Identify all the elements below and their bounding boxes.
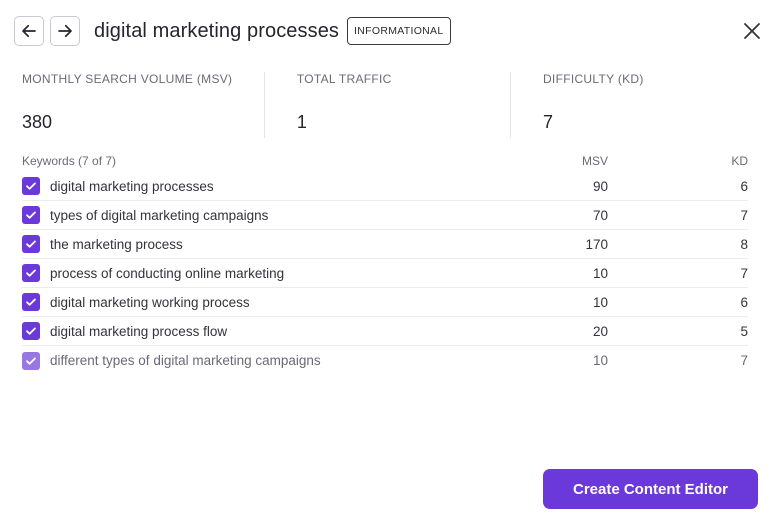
- column-header-keywords: Keywords (7 of 7): [22, 154, 117, 168]
- keyword-text: digital marketing process flow: [50, 323, 228, 339]
- create-content-editor-button[interactable]: Create Content Editor: [543, 469, 758, 509]
- keyword-msv: 10: [592, 294, 608, 310]
- forward-button[interactable]: [50, 16, 80, 46]
- keyword-msv: 90: [592, 178, 608, 194]
- table-row: types of digital marketing campaigns 70 …: [22, 201, 748, 230]
- keyword-kd: 6: [740, 178, 748, 194]
- metric-value: 7: [542, 112, 553, 132]
- back-button[interactable]: [14, 16, 44, 46]
- metric-value: 380: [22, 112, 53, 132]
- keyword-kd: 8: [740, 236, 748, 252]
- keyword-msv: 70: [592, 207, 608, 223]
- table-row: digital marketing working process 10 6: [22, 288, 748, 317]
- keyword-checkbox[interactable]: [22, 264, 40, 282]
- table-row: process of conducting online marketing 1…: [22, 259, 748, 288]
- checkmark-icon: [26, 240, 36, 248]
- metric-label: DIFFICULTY (KD): [542, 72, 644, 86]
- keyword-text: digital marketing processes: [50, 178, 214, 194]
- table-row: different types of digital marketing cam…: [22, 346, 748, 375]
- metric-msv: MONTHLY SEARCH VOLUME (MSV) 380: [22, 72, 265, 138]
- metrics-summary: MONTHLY SEARCH VOLUME (MSV) 380 TOTAL TR…: [22, 72, 757, 138]
- arrow-left-icon: [22, 24, 36, 38]
- table-row: digital marketing processes 90 6: [22, 172, 748, 201]
- arrow-right-icon: [58, 24, 72, 38]
- keyword-text: process of conducting online marketing: [50, 265, 285, 281]
- close-button[interactable]: [741, 20, 763, 42]
- table-row: the marketing process 170 8: [22, 230, 748, 259]
- keyword-checkbox[interactable]: [22, 177, 40, 195]
- close-icon: [744, 23, 760, 39]
- keyword-text: digital marketing working process: [50, 294, 250, 310]
- column-header-msv: MSV: [581, 154, 608, 168]
- column-header-kd: KD: [731, 154, 748, 168]
- checkmark-icon: [26, 269, 36, 277]
- checkmark-icon: [26, 298, 36, 306]
- metric-total-traffic: TOTAL TRAFFIC 1: [265, 72, 511, 138]
- keyword-checkbox[interactable]: [22, 235, 40, 253]
- keyword-text: the marketing process: [50, 236, 183, 252]
- metric-value: 1: [296, 112, 307, 132]
- table-row: digital marketing process flow 20 5: [22, 317, 748, 346]
- keyword-text: different types of digital marketing cam…: [50, 353, 321, 368]
- metric-label: TOTAL TRAFFIC: [296, 72, 392, 86]
- checkmark-icon: [26, 357, 36, 365]
- keyword-kd: 7: [740, 207, 748, 223]
- keyword-text: types of digital marketing campaigns: [50, 207, 269, 223]
- keyword-checkbox[interactable]: [22, 293, 40, 311]
- keyword-kd: 7: [740, 265, 748, 281]
- checkmark-icon: [26, 211, 36, 219]
- keyword-msv: 20: [592, 323, 608, 339]
- header: digital marketing processes INFORMATIONA…: [14, 16, 451, 46]
- keyword-kd: 7: [740, 353, 748, 368]
- keyword-msv: 10: [592, 353, 608, 368]
- keyword-kd: 5: [740, 323, 748, 339]
- keyword-msv: 10: [592, 265, 608, 281]
- keyword-msv: 170: [585, 236, 608, 252]
- metric-label: MONTHLY SEARCH VOLUME (MSV): [22, 72, 233, 86]
- keywords-table: Keywords (7 of 7) MSV KD digital marketi…: [22, 150, 748, 375]
- checkmark-icon: [26, 182, 36, 190]
- page-title: digital marketing processes: [94, 19, 340, 42]
- keyword-checkbox[interactable]: [22, 351, 40, 370]
- intent-badge: INFORMATIONAL: [347, 17, 451, 45]
- keyword-checkbox[interactable]: [22, 322, 40, 340]
- keyword-checkbox[interactable]: [22, 206, 40, 224]
- table-header: Keywords (7 of 7) MSV KD: [22, 150, 748, 172]
- metric-difficulty: DIFFICULTY (KD) 7: [511, 72, 757, 138]
- keyword-kd: 6: [740, 294, 748, 310]
- checkmark-icon: [26, 327, 36, 335]
